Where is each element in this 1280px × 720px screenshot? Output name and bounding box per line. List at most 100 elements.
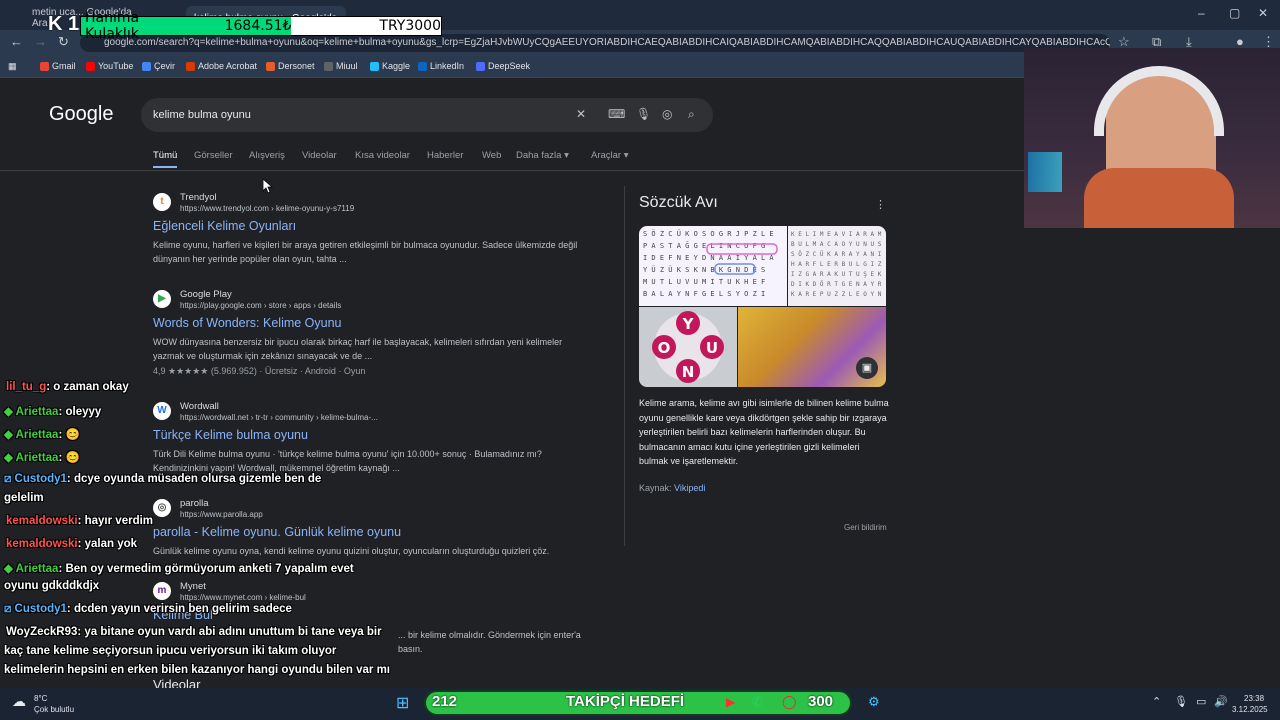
tab-images[interactable]: Görseller [194, 150, 233, 161]
tab-videos[interactable]: Videolar [302, 150, 337, 161]
word-search-image[interactable]: S Ö Z C Ü K O S O G R J P Z L E P A S T … [639, 226, 787, 306]
profile-icon[interactable]: ● [1236, 34, 1244, 49]
chat-text: : ya bitane oyun vardı abi adını unuttum… [77, 626, 382, 638]
bookmark-dersonet[interactable]: Dersonet [266, 61, 315, 71]
windows-start-icon[interactable]: ⊞ [396, 693, 409, 713]
minimize-icon[interactable]: – [1198, 6, 1205, 20]
result-title[interactable]: parolla - Kelime oyunu. Günlük kelime oy… [153, 525, 401, 539]
tab-web[interactable]: Web [482, 150, 501, 161]
result-url[interactable]: https://wordwall.net › tr-tr › community… [180, 413, 378, 422]
tab-tools[interactable]: Araçlar ▾ [591, 150, 629, 161]
word-search-image[interactable]: K E L I M E A V I A R A M B U L M A C A … [788, 226, 886, 306]
microphone-icon[interactable]: 🎙 [636, 107, 651, 121]
youtube-taskbar-icon[interactable]: ▶ [726, 695, 735, 709]
clock-date[interactable]: 3.12.2025 [1232, 705, 1268, 714]
opera-icon[interactable]: ◯ [782, 694, 797, 710]
bookmark-label: Adobe Acrobat [198, 61, 258, 71]
bookmark-kaggle[interactable]: Kaggle [370, 61, 410, 71]
tab-news[interactable]: Haberler [427, 150, 463, 161]
result-site[interactable]: Trendyol [180, 192, 217, 203]
bookmark-youtube[interactable]: YouTube [86, 61, 133, 71]
bookmark-linkedin[interactable]: LinkedIn [418, 61, 464, 71]
result-title[interactable]: Words of Wonders: Kelime Oyunu [153, 316, 342, 330]
lens-icon[interactable]: ◎ [662, 107, 672, 121]
chat-text: : yalan yok [77, 538, 138, 550]
divider [0, 170, 1024, 171]
monitor-icon[interactable]: ▭ [1196, 695, 1206, 708]
word-grid-graphic: S Ö Z C Ü K O S O G R J P Z L E P A S T … [643, 229, 778, 298]
chat-message: ◆ Ariettaa: Ben oy vermedim görmüyorum a… [4, 561, 354, 575]
feedback-link[interactable]: Geri bildirim [844, 523, 887, 532]
wikipedia-link[interactable]: Vikipedi [674, 483, 705, 493]
apps-icon[interactable]: ▦ [8, 61, 17, 72]
dersonet-icon [266, 61, 275, 71]
bookmark-label: Gmail [52, 61, 76, 71]
microphone-tray-icon[interactable]: 🎙 [1174, 695, 1188, 708]
whatsapp-icon[interactable]: ✆ [752, 694, 763, 710]
result-url[interactable]: https://www.parolla.app [180, 510, 263, 519]
forward-icon[interactable]: → [34, 34, 47, 49]
bookmark-adobe-acrobat[interactable]: Adobe Acrobat [186, 61, 257, 71]
letter-u: U [706, 339, 718, 357]
colorful-grid-image[interactable]: ▣ [738, 307, 886, 387]
tab-all[interactable]: Tümü [153, 150, 177, 161]
google-logo[interactable]: Google [49, 103, 114, 126]
trendyol-icon: t [153, 193, 171, 211]
result-title[interactable]: Eğlenceli Kelime Oyunları [153, 219, 296, 233]
chat-text: kelimelerin hepsini en erken bilen kazan… [4, 664, 390, 676]
clock-time[interactable]: 23:38 [1244, 694, 1264, 703]
result-title[interactable]: Türkçe Kelime bulma oyunu [153, 428, 308, 442]
more-options-icon[interactable]: ⋮ [875, 198, 886, 211]
chat-text: gelelim [4, 492, 44, 504]
svg-text:M U T L U V U M I T U K H E F: M U T L U V U M I T U K H E F [643, 278, 765, 286]
weather-icon[interactable]: ☁ [12, 693, 26, 710]
url-field[interactable]: google.com/search?q=kelime+bulma+oyunu&o… [80, 34, 1110, 52]
bookmark-label: Kaggle [382, 61, 411, 71]
chat-message: kemaldowski: hayır verdim [6, 515, 153, 527]
google-play-icon: ▶ [153, 290, 171, 308]
bookmark-miuul[interactable]: Miuul [324, 61, 358, 71]
svg-text:K E L I M E A V I A R A M: K E L I M E A V I A R A M [791, 231, 882, 238]
youtube-icon [86, 61, 95, 71]
knowledge-panel-source: Kaynak: Vikipedi [639, 483, 705, 493]
svg-text:Y Ü Z Ü K S K N B K G N D E S: Y Ü Z Ü K S K N B K G N D E S [643, 265, 765, 274]
search-icon[interactable]: ⌕ [688, 107, 695, 122]
chat-message: ⧄ Custody1: dcye oyunda müsaden olursa g… [4, 473, 321, 486]
bookmark-deepseek[interactable]: DeepSeek [476, 61, 530, 71]
reload-icon[interactable]: ↻ [58, 34, 69, 50]
volume-icon[interactable]: 🔊 [1214, 695, 1228, 708]
acrobat-icon [186, 61, 195, 71]
svg-text:S Ö Z C Ü K A R A Y A N I: S Ö Z C Ü K A R A Y A N I [791, 251, 882, 258]
tab-shopping[interactable]: Alışveriş [249, 150, 285, 161]
result-url[interactable]: https://www.trendyol.com › kelime-oyunu-… [180, 204, 354, 213]
chat-username: lil_tu_g [6, 381, 47, 393]
result-site[interactable]: Mynet [180, 581, 206, 592]
keyboard-icon[interactable]: ⌨ [608, 107, 625, 121]
chat-username: Ariettaa [15, 429, 59, 441]
knowledge-panel-description: Kelime arama, kelime avı gibi isimlerle … [639, 398, 889, 466]
result-site[interactable]: Wordwall [180, 401, 219, 412]
tab-short-videos[interactable]: Kısa videolar [355, 150, 410, 161]
close-icon[interactable]: ✕ [1258, 6, 1268, 20]
chat-text: kaç tane kelime seçiyorsun ipucu veriyor… [4, 645, 337, 657]
back-icon[interactable]: ← [10, 34, 23, 49]
images-icon[interactable]: ▣ [856, 357, 878, 379]
chat-username: Ariettaa [15, 452, 59, 464]
chevron-up-icon[interactable]: ⌃ [1152, 695, 1161, 708]
svg-text:S Ö Z C Ü K O S O G R J P Z L: S Ö Z C Ü K O S O G R J P Z L E [643, 229, 774, 238]
clear-icon[interactable]: ✕ [576, 107, 586, 121]
weather-temp: 8°C [34, 694, 48, 703]
weather-desc: Çok bulutlu [34, 705, 75, 714]
result-site[interactable]: parolla [180, 498, 209, 509]
bookmark-cevir[interactable]: Çevir [142, 61, 175, 71]
tab-more[interactable]: Daha fazla ▾ [516, 150, 569, 161]
maximize-icon[interactable]: ▢ [1229, 6, 1240, 20]
bookmark-gmail[interactable]: Gmail [40, 61, 76, 71]
result-url[interactable]: https://www.mynet.com › kelime-bul [180, 593, 306, 602]
steam-icon[interactable]: ⚙ [868, 694, 880, 710]
result-site[interactable]: Google Play [180, 289, 232, 300]
oyun-letters-image[interactable]: Y O U N [639, 307, 737, 387]
follower-count: 212 [432, 693, 458, 710]
search-query[interactable]: kelime bulma oyunu [153, 109, 251, 121]
result-url[interactable]: https://play.google.com › store › apps ›… [180, 301, 341, 310]
